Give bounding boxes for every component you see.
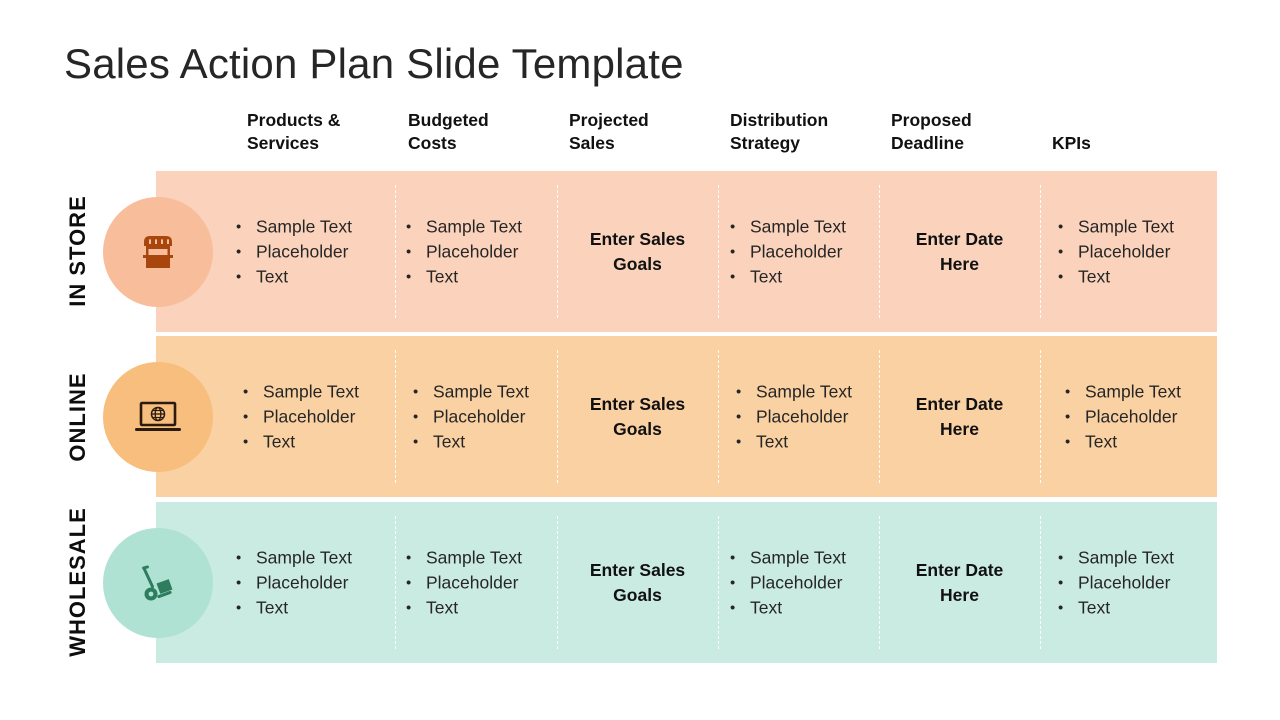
column-header-sales: Projected Sales [569,110,649,153]
bullet-list: Sample Text Placeholder Text [236,214,352,289]
bullet-item: Text [1065,429,1181,454]
bullet-item: Text [413,429,529,454]
row-band-online: Sample Text Placeholder Text Sample Text… [156,336,1217,497]
bullet-item: Placeholder [1065,404,1181,429]
bullet-item: Sample Text [413,379,529,404]
column-header-costs: Budgeted Costs [408,110,489,153]
bullet-item: Sample Text [1058,545,1174,570]
deadline-text: Enter Date Here [915,559,1004,605]
row-label-text: IN STORE [65,195,90,307]
bullet-item: Sample Text [236,545,352,570]
bullet-item: Sample Text [1065,379,1181,404]
bullet-item: Text [1058,595,1174,620]
cell-deadline: Enter Date Here [879,171,1040,332]
bullet-item: Text [406,264,522,289]
sales-goals-text: Enter Sales Goals [589,393,686,439]
column-header-kpis: KPIs [1052,133,1091,153]
cell-sales: Enter Sales Goals [557,502,718,663]
deadline-text: Enter Date Here [915,393,1004,439]
bullet-list: Sample Text Placeholder Text [1058,214,1174,289]
bullet-list: Sample Text Placeholder Text [730,545,846,620]
bullet-item: Placeholder [730,239,846,264]
bullet-list: Sample Text Placeholder Text [413,379,529,454]
cell-kpis: Sample Text Placeholder Text [1040,171,1201,332]
cell-distribution: Sample Text Placeholder Text [718,502,879,663]
cell-distribution: Sample Text Placeholder Text [718,336,879,497]
bullet-item: Text [236,595,352,620]
row-icon-circle-wholesale [103,528,213,638]
bullet-item: Sample Text [243,379,359,404]
cell-costs: Sample Text Placeholder Text [396,336,557,497]
deadline-text: Enter Date Here [915,228,1004,274]
bullet-list: Sample Text Placeholder Text [730,214,846,289]
bullet-item: Text [736,429,852,454]
row-icon-circle-in-store [103,197,213,307]
sales-goals-text: Enter Sales Goals [589,559,686,605]
row-label-text: ONLINE [65,372,90,462]
row-band-in-store: Sample Text Placeholder Text Sample Text… [156,171,1217,332]
bullet-list: Sample Text Placeholder Text [236,545,352,620]
cell-distribution: Sample Text Placeholder Text [718,171,879,332]
bullet-item: Placeholder [236,570,352,595]
cell-deadline: Enter Date Here [879,336,1040,497]
bullet-item: Sample Text [730,545,846,570]
laptop-globe-icon [135,401,181,431]
bullet-item: Text [406,595,522,620]
cell-kpis: Sample Text Placeholder Text [1040,502,1201,663]
bullet-item: Placeholder [406,570,522,595]
cell-sales: Enter Sales Goals [557,336,718,497]
cell-deadline: Enter Date Here [879,502,1040,663]
cell-kpis: Sample Text Placeholder Text [1040,336,1201,497]
bullet-item: Text [730,264,846,289]
bullet-item: Placeholder [1058,570,1174,595]
bullet-item: Text [1058,264,1174,289]
store-icon [143,236,173,268]
bullet-list: Sample Text Placeholder Text [243,379,359,454]
row-icon-circle-online [103,362,213,472]
bullet-item: Sample Text [1058,214,1174,239]
bullet-item: Sample Text [730,214,846,239]
bullet-item: Sample Text [736,379,852,404]
bullet-item: Text [236,264,352,289]
bullet-list: Sample Text Placeholder Text [1065,379,1181,454]
cell-costs: Sample Text Placeholder Text [396,171,557,332]
bullet-list: Sample Text Placeholder Text [406,214,522,289]
bullet-item: Placeholder [736,404,852,429]
bullet-item: Text [730,595,846,620]
bullet-item: Placeholder [243,404,359,429]
bullet-list: Sample Text Placeholder Text [1058,545,1174,620]
bullet-item: Placeholder [730,570,846,595]
bullet-item: Sample Text [406,545,522,570]
slide-title: Sales Action Plan Slide Template [64,40,684,87]
hand-truck-icon [142,565,173,601]
bullet-item: Sample Text [406,214,522,239]
cell-sales: Enter Sales Goals [557,171,718,332]
bullet-list: Sample Text Placeholder Text [406,545,522,620]
row-band-wholesale: Sample Text Placeholder Text Sample Text… [156,502,1217,663]
bullet-item: Sample Text [236,214,352,239]
bullet-list: Sample Text Placeholder Text [736,379,852,454]
sales-goals-text: Enter Sales Goals [589,228,686,274]
bullet-item: Placeholder [413,404,529,429]
row-label-text: WHOLESALE [65,507,90,657]
cell-costs: Sample Text Placeholder Text [396,502,557,663]
column-header-products: Products & Services [247,110,341,153]
column-header-distribution: Distribution Strategy [730,110,829,153]
bullet-item: Text [243,429,359,454]
bullet-item: Placeholder [406,239,522,264]
column-header-deadline: Proposed Deadline [891,110,972,153]
bullet-item: Placeholder [1058,239,1174,264]
bullet-item: Placeholder [236,239,352,264]
